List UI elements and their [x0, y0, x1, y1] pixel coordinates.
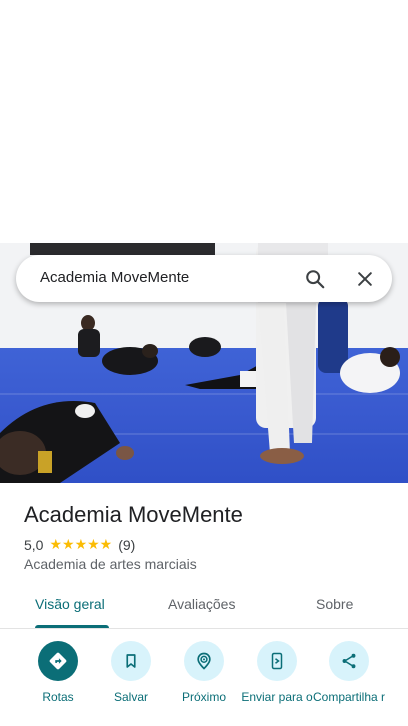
nearby-label: Próximo [181, 690, 226, 704]
active-tab-indicator [35, 625, 109, 628]
bookmark-icon [111, 641, 151, 681]
save-button[interactable]: Salvar [91, 640, 171, 704]
tab-about[interactable]: Sobre [316, 596, 353, 612]
action-row: Rotas Salvar Próximo Enviar para o Compa… [0, 640, 408, 726]
rating-value: 5,0 [24, 536, 44, 553]
search-icon[interactable] [302, 266, 328, 292]
share-button[interactable]: Compartilha r [309, 640, 389, 704]
send-to-phone-label: Enviar para o [241, 690, 313, 704]
tab-reviews[interactable]: Avaliações [168, 596, 235, 612]
directions-button[interactable]: Rotas [18, 640, 98, 704]
nearby-button[interactable]: Próximo [164, 640, 244, 704]
tab-bar: Visão geral Avaliações Sobre [0, 583, 408, 629]
send-to-phone-icon [257, 641, 297, 681]
place-category: Academia de artes marciais [24, 556, 197, 572]
directions-icon [38, 641, 78, 681]
search-query-text[interactable]: Academia MoveMente [40, 269, 189, 286]
rating-row[interactable]: 5,0 ★★★★★ (9) [24, 536, 135, 553]
save-label: Salvar [113, 690, 148, 704]
share-icon [329, 641, 369, 681]
review-count: (9) [118, 536, 136, 553]
directions-label: Rotas [42, 690, 74, 704]
search-bar[interactable]: Academia MoveMente [16, 255, 392, 302]
close-icon[interactable] [352, 266, 378, 292]
star-rating-icon: ★★★★★ [49, 536, 113, 552]
tab-overview[interactable]: Visão geral [35, 596, 105, 612]
share-label: Compartilha r [312, 690, 386, 704]
send-to-phone-button[interactable]: Enviar para o [237, 640, 317, 704]
place-title: Academia MoveMente [24, 502, 243, 527]
nearby-icon [184, 641, 224, 681]
